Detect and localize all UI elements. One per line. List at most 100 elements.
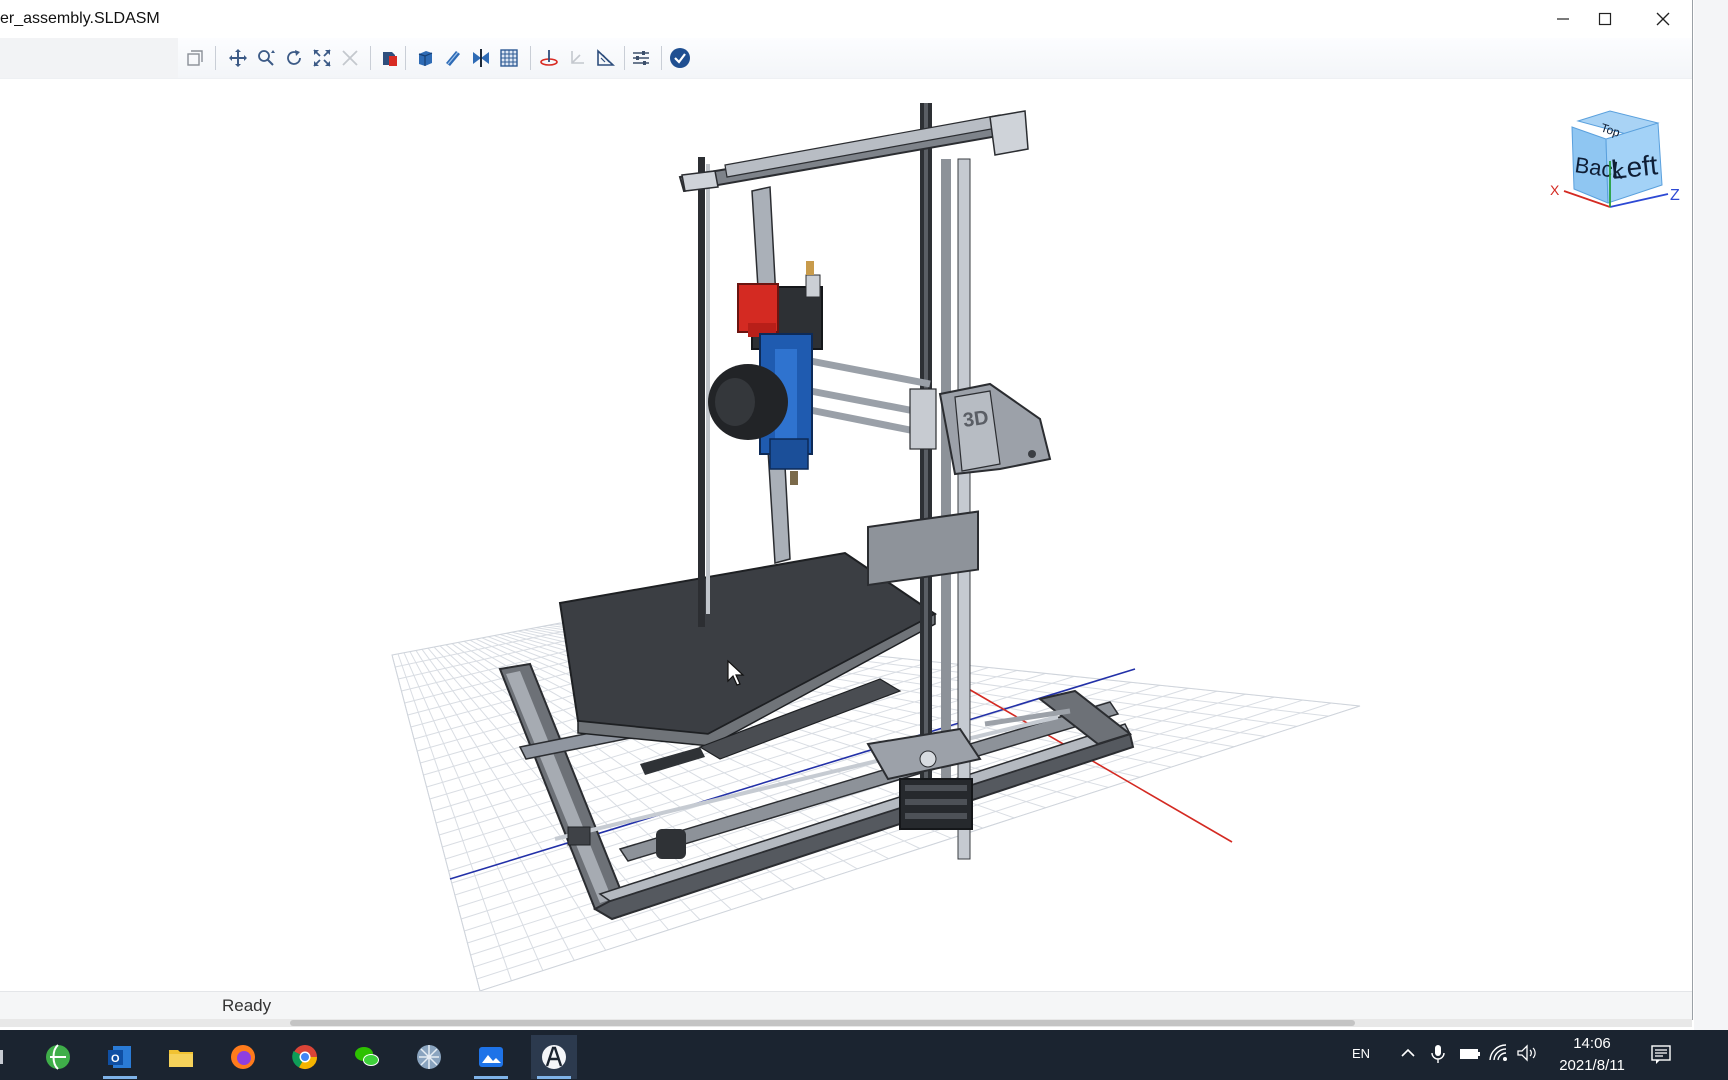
cad-viewer-icon [542, 1045, 566, 1069]
network-app-icon [417, 1045, 441, 1069]
wifi-tray[interactable] [1488, 1043, 1510, 1068]
background-window-edge [1694, 0, 1728, 1030]
toolbar-left-pane [0, 38, 178, 78]
view-toolbar [0, 38, 1692, 79]
ie-browser-icon [46, 1044, 70, 1070]
clock-date: 2021/8/11 [1559, 1057, 1625, 1074]
scrollbar-thumb[interactable] [290, 1020, 1355, 1026]
zoom-button[interactable] [254, 46, 278, 70]
toolbar-separator [405, 46, 406, 70]
maximize-icon [1598, 12, 1612, 26]
section-view-button[interactable] [441, 46, 465, 70]
fit-all-button[interactable] [310, 46, 334, 70]
settings-sliders-icon [633, 51, 649, 65]
explode-button[interactable] [338, 46, 362, 70]
status-bar: Ready [0, 991, 1692, 1020]
triad-icon [571, 51, 584, 64]
shaded-cube-icon [418, 51, 433, 66]
toolbar-separator [370, 46, 371, 70]
appearance-icon [383, 52, 397, 66]
taskbar-active-indicator [103, 1076, 137, 1079]
settings-button[interactable] [629, 46, 653, 70]
confirm-button[interactable] [668, 46, 692, 70]
taskbar-photos[interactable] [468, 1035, 514, 1079]
microphone-icon [1431, 1045, 1445, 1063]
battery-icon [1460, 1049, 1480, 1059]
taskbar-outlook[interactable]: O [97, 1035, 143, 1079]
section-icon [446, 51, 460, 66]
speaker-icon [1517, 1044, 1536, 1062]
folder-icon [169, 1050, 193, 1067]
view-cube[interactable]: Back Left Top X Z [1550, 110, 1680, 208]
microphone-tray[interactable] [1428, 1043, 1448, 1070]
pan-button[interactable] [226, 46, 250, 70]
explode-icon [342, 50, 358, 66]
triad-button[interactable] [565, 46, 589, 70]
x-axis-label: X [1550, 182, 1560, 198]
chevron-up-icon [1401, 1048, 1415, 1057]
copy-view-button[interactable] [183, 46, 207, 70]
horizontal-scrollbar[interactable] [0, 1019, 1692, 1027]
toolbar-separator [661, 46, 662, 70]
zoom-icon [258, 50, 275, 66]
appearance-button[interactable] [377, 46, 401, 70]
photos-icon [479, 1047, 503, 1067]
maximize-button[interactable] [1576, 0, 1634, 38]
title-bar[interactable]: er_assembly.SLDASM [0, 0, 1692, 38]
3d-viewport[interactable]: 3D Back Left Top X Z [0, 79, 1692, 991]
close-icon [1656, 12, 1670, 26]
taskbar-chrome[interactable] [282, 1035, 328, 1079]
taskbar-file-explorer[interactable] [158, 1035, 204, 1079]
dimension-icon [597, 49, 615, 66]
wifi-icon [1489, 1044, 1507, 1061]
volume-tray[interactable] [1516, 1043, 1538, 1068]
fit-all-icon [313, 49, 331, 67]
copy-icon [187, 50, 203, 66]
taskbar-firefox[interactable] [220, 1035, 266, 1079]
window-title: er_assembly.SLDASM [0, 10, 160, 27]
show-hidden-icons-button[interactable] [1398, 1043, 1418, 1068]
orientation-plane-icon [540, 50, 558, 66]
chrome-icon [292, 1045, 317, 1070]
rotate-icon [287, 50, 301, 65]
taskbar-ie-browser[interactable] [35, 1035, 81, 1079]
toolbar-separator [530, 46, 531, 70]
svg-text:3D: 3D [962, 407, 990, 432]
shaded-view-button[interactable] [413, 46, 437, 70]
dimension-button[interactable] [593, 46, 617, 70]
start-edge[interactable] [0, 1050, 3, 1064]
grid-button[interactable] [497, 46, 521, 70]
taskbar-clock[interactable]: 14:06 2021/8/11 [1540, 1033, 1644, 1077]
wechat-icon [355, 1047, 379, 1066]
z-axis-label: Z [1670, 187, 1680, 204]
view-cube-left-face[interactable]: Left [1609, 149, 1659, 185]
svg-text:O: O [111, 1053, 120, 1065]
extruder-assembly [708, 261, 823, 485]
status-text: Ready [222, 996, 272, 1015]
orientation-plane-button[interactable] [537, 46, 561, 70]
taskbar-active-indicator [537, 1076, 571, 1079]
toolbar-separator [215, 46, 216, 70]
cross-section-icon [473, 49, 489, 67]
toolbar-separator [624, 46, 625, 70]
notification-icon [1651, 1045, 1671, 1064]
cross-section-button[interactable] [469, 46, 493, 70]
firefox-icon [231, 1045, 255, 1069]
pan-icon [229, 49, 247, 67]
taskbar-cad-viewer[interactable] [531, 1035, 577, 1079]
minimize-icon [1557, 18, 1569, 20]
taskbar-network-app[interactable] [406, 1035, 452, 1079]
checkmark-circle-icon [670, 48, 690, 68]
clock-time: 14:06 [1573, 1035, 1611, 1052]
cad-viewer-window: er_assembly.SLDASM 3D Back Left Top X Z … [0, 0, 1693, 1027]
input-language[interactable]: EN [1352, 1046, 1370, 1061]
rotate-button[interactable] [282, 46, 306, 70]
taskbar-wechat[interactable] [344, 1035, 390, 1079]
battery-tray[interactable] [1458, 1044, 1482, 1069]
outlook-icon: O [108, 1046, 131, 1068]
taskbar: O EN [0, 1030, 1728, 1080]
notification-center-button[interactable] [1650, 1043, 1672, 1070]
model-canvas[interactable]: 3D Back Left Top X Z [0, 79, 1692, 991]
close-button[interactable] [1634, 0, 1692, 38]
grid-icon [500, 49, 518, 67]
